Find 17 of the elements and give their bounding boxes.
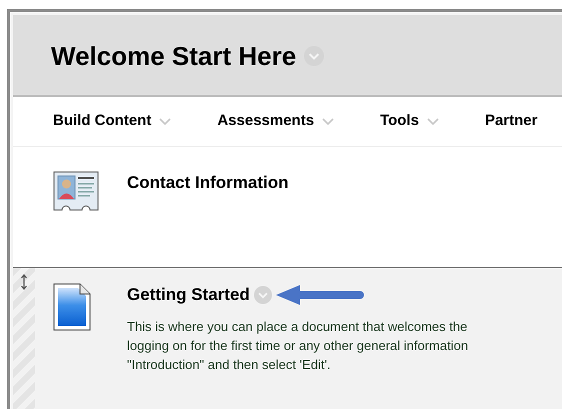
contact-card-icon	[53, 171, 99, 211]
item-title[interactable]: Getting Started	[127, 282, 250, 308]
menu-tab[interactable]: Partner	[484, 110, 538, 133]
caret-icon	[159, 118, 172, 126]
caret-icon	[426, 118, 439, 126]
menu-tab[interactable]: Build Content	[53, 110, 172, 133]
page-title: Welcome Start Here	[51, 40, 296, 72]
options-icon[interactable]	[254, 286, 272, 304]
move-icon[interactable]	[20, 274, 28, 290]
item-description: This is where you can place a document that welcomes the logging on for the first time or any other general information "Introduction" and then select 'Edit'.	[127, 318, 468, 374]
document-icon	[53, 283, 91, 331]
item-title[interactable]: Contact Information	[127, 170, 288, 196]
caret-icon	[322, 118, 334, 126]
menu-tab[interactable]: Assessments	[217, 110, 334, 133]
title-menu-icon[interactable]	[304, 46, 324, 66]
drag-handle[interactable]	[13, 268, 35, 409]
menu-tab[interactable]: Tools	[380, 110, 439, 133]
